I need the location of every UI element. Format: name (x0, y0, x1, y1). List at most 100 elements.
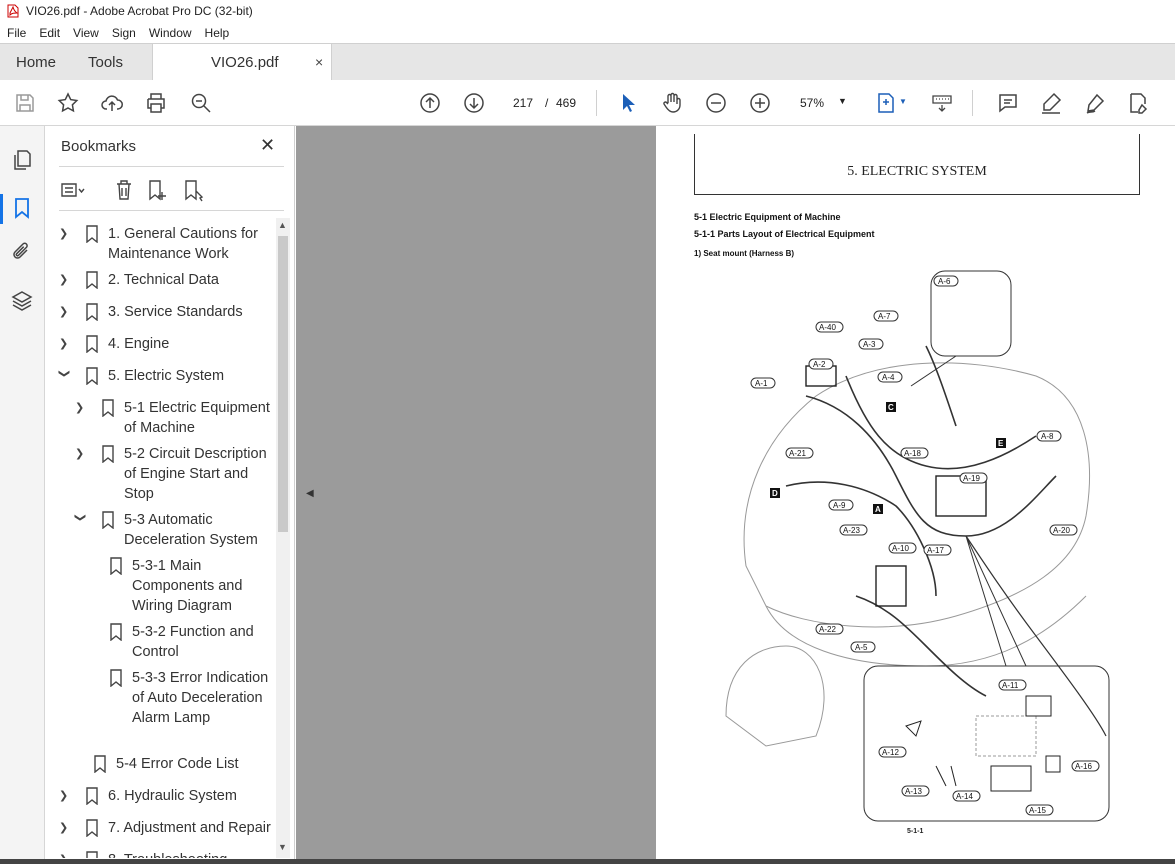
bookmark-label: 5. Electric System (108, 368, 225, 384)
bookmark-options-icon[interactable] (60, 178, 86, 202)
keyboard-scroll-icon[interactable] (929, 90, 955, 116)
fit-page-icon[interactable] (873, 90, 899, 116)
bookmarks-panel: Bookmarks ✕ ❯ 1. General Cautions for Mai… (45, 126, 295, 864)
bookmark-item[interactable]: 5-3-1 Main Components and Wiring Diagram (109, 556, 262, 616)
marker-a: A (875, 505, 881, 514)
fit-dropdown-icon[interactable]: ▼ (899, 97, 907, 106)
hand-tool-icon[interactable] (659, 90, 685, 116)
tab-close-icon[interactable]: × (315, 54, 323, 70)
zoom-in-icon[interactable] (747, 90, 773, 116)
comment-icon[interactable] (995, 90, 1021, 116)
callout-a9: A-9 (833, 501, 846, 510)
menu-help[interactable]: Help (198, 26, 236, 40)
callout-a19: A-19 (963, 474, 980, 483)
select-cursor-icon[interactable] (615, 90, 641, 116)
subsection-heading: 5-1-1 Parts Layout of Electrical Equipme… (694, 229, 875, 239)
expand-arrow-icon[interactable]: ❯ (75, 398, 89, 418)
layers-icon[interactable] (10, 289, 34, 313)
bookmark-item[interactable]: ❯ 6. Hydraulic System (59, 786, 277, 806)
bookmark-item[interactable]: ❯ 5. Electric System (57, 366, 268, 386)
callout-a6: A-6 (938, 277, 951, 286)
bookmark-item[interactable]: ❯ 4. Engine (59, 334, 268, 354)
bookmark-item[interactable]: ❯ 5-3 Automatic Deceleration System (73, 510, 276, 550)
zoom-search-icon[interactable] (188, 90, 214, 116)
chapter-header: 5. ELECTRIC SYSTEM (847, 164, 987, 179)
close-panel-icon[interactable]: ✕ (260, 135, 275, 156)
expand-arrow-icon[interactable]: ❯ (59, 850, 73, 858)
menu-bar: File Edit View Sign Window Help (0, 22, 1175, 43)
bookmark-icon (110, 623, 122, 641)
expand-arrow-icon[interactable]: ❯ (59, 270, 73, 290)
pdf-page[interactable]: 5. ELECTRIC SYSTEM 5-1 Electric Equipmen… (656, 126, 1175, 864)
bookmark-item[interactable]: ❯ 2. Technical Data (59, 270, 268, 290)
scroll-down-icon[interactable]: ▼ (278, 842, 287, 852)
scroll-up-icon[interactable]: ▲ (278, 220, 287, 230)
marker-d: D (772, 489, 778, 498)
menu-edit[interactable]: Edit (32, 26, 66, 40)
menu-sign[interactable]: Sign (105, 26, 142, 40)
expand-arrow-icon[interactable]: ❯ (59, 334, 73, 354)
callout-a12: A-12 (882, 748, 899, 757)
bookmark-item[interactable]: 5-4 Error Code List (93, 754, 276, 774)
print-icon[interactable] (143, 90, 169, 116)
tab-document[interactable]: VIO26.pdf × (152, 44, 332, 81)
bookmark-label: 3. Service Standards (108, 304, 243, 320)
bookmark-item[interactable]: 5-3-2 Function and Control (109, 622, 272, 662)
collapse-arrow-icon[interactable]: ❯ (54, 369, 74, 383)
attachments-icon[interactable] (10, 240, 34, 264)
tab-home[interactable]: Home (16, 44, 56, 81)
bookmark-icon (86, 271, 98, 289)
page-number-input[interactable]: 217 (506, 90, 540, 115)
bookmark-item[interactable]: ❯ 5-2 Circuit Description of Engine Start… (75, 444, 276, 504)
bookmark-item[interactable]: ❯ 3. Service Standards (59, 302, 268, 322)
menu-window[interactable]: Window (142, 26, 198, 40)
expand-arrow-icon[interactable]: ❯ (75, 444, 89, 464)
expand-arrow-icon[interactable]: ❯ (59, 302, 73, 322)
collapse-arrow-icon[interactable]: ❯ (70, 513, 90, 527)
menu-file[interactable]: File (0, 26, 32, 40)
expand-arrow-icon[interactable]: ❯ (59, 786, 73, 806)
expand-arrow-icon[interactable]: ❯ (59, 224, 73, 244)
star-icon[interactable] (55, 90, 81, 116)
next-page-icon[interactable] (461, 90, 487, 116)
bookmark-item[interactable]: ❯ 1. General Cautions for Maintenance Wor… (59, 224, 268, 264)
scrollbar-thumb[interactable] (278, 236, 288, 532)
bookmark-item[interactable]: ❯ 5-1 Electric Equipment of Machine (75, 398, 276, 438)
delete-bookmark-icon[interactable] (111, 178, 137, 202)
bookmarks-icon[interactable] (10, 196, 34, 220)
bookmark-item[interactable]: ❯ 7. Adjustment and Repair (59, 818, 277, 838)
previous-page-icon[interactable] (417, 90, 443, 116)
collapse-panel-icon[interactable]: ◀ (306, 488, 314, 499)
bookmark-label: 7. Adjustment and Repair (108, 820, 271, 836)
new-bookmark-icon[interactable] (144, 178, 170, 202)
bookmark-item[interactable]: ❯ 8. Troubleshooting (59, 850, 277, 858)
cloud-upload-icon[interactable] (99, 90, 125, 116)
zoom-out-icon[interactable] (703, 90, 729, 116)
bookmark-label: 5-1 Electric Equipment of Machine (124, 400, 270, 436)
page-thumbnails-icon[interactable] (10, 148, 34, 172)
edit-pdf-icon[interactable] (1125, 90, 1151, 116)
tab-tools[interactable]: Tools (88, 44, 123, 81)
callout-a5: A-5 (855, 643, 868, 652)
callout-a4: A-4 (882, 373, 895, 382)
save-icon[interactable] (12, 90, 38, 116)
sign-pen-icon[interactable] (1082, 90, 1108, 116)
bookmark-item[interactable]: 5-3-3 Error Indication of Auto Decelerat… (109, 668, 272, 728)
bookmark-from-selection-icon[interactable] (180, 178, 206, 202)
callout-a3: A-3 (863, 340, 876, 349)
acrobat-pdf-icon (7, 4, 19, 18)
bookmarks-scrollbar[interactable]: ▲ ▼ (276, 218, 290, 858)
bookmark-icon (102, 445, 114, 463)
zoom-dropdown-icon[interactable]: ▼ (838, 96, 847, 106)
bookmark-label: 5-4 Error Code List (116, 756, 239, 772)
rail-active-indicator (0, 194, 3, 224)
highlight-pen-icon[interactable] (1038, 90, 1064, 116)
marker-e: E (998, 439, 1004, 448)
menu-view[interactable]: View (66, 26, 105, 40)
zoom-level-select[interactable]: 57% (800, 96, 824, 110)
callout-a8: A-8 (1041, 432, 1054, 441)
expand-arrow-icon[interactable]: ❯ (59, 818, 73, 838)
bookmark-label: 2. Technical Data (108, 272, 219, 288)
bookmark-label: 5-3-1 Main Components and Wiring Diagram (132, 558, 243, 614)
document-background: ◀ (296, 126, 656, 864)
